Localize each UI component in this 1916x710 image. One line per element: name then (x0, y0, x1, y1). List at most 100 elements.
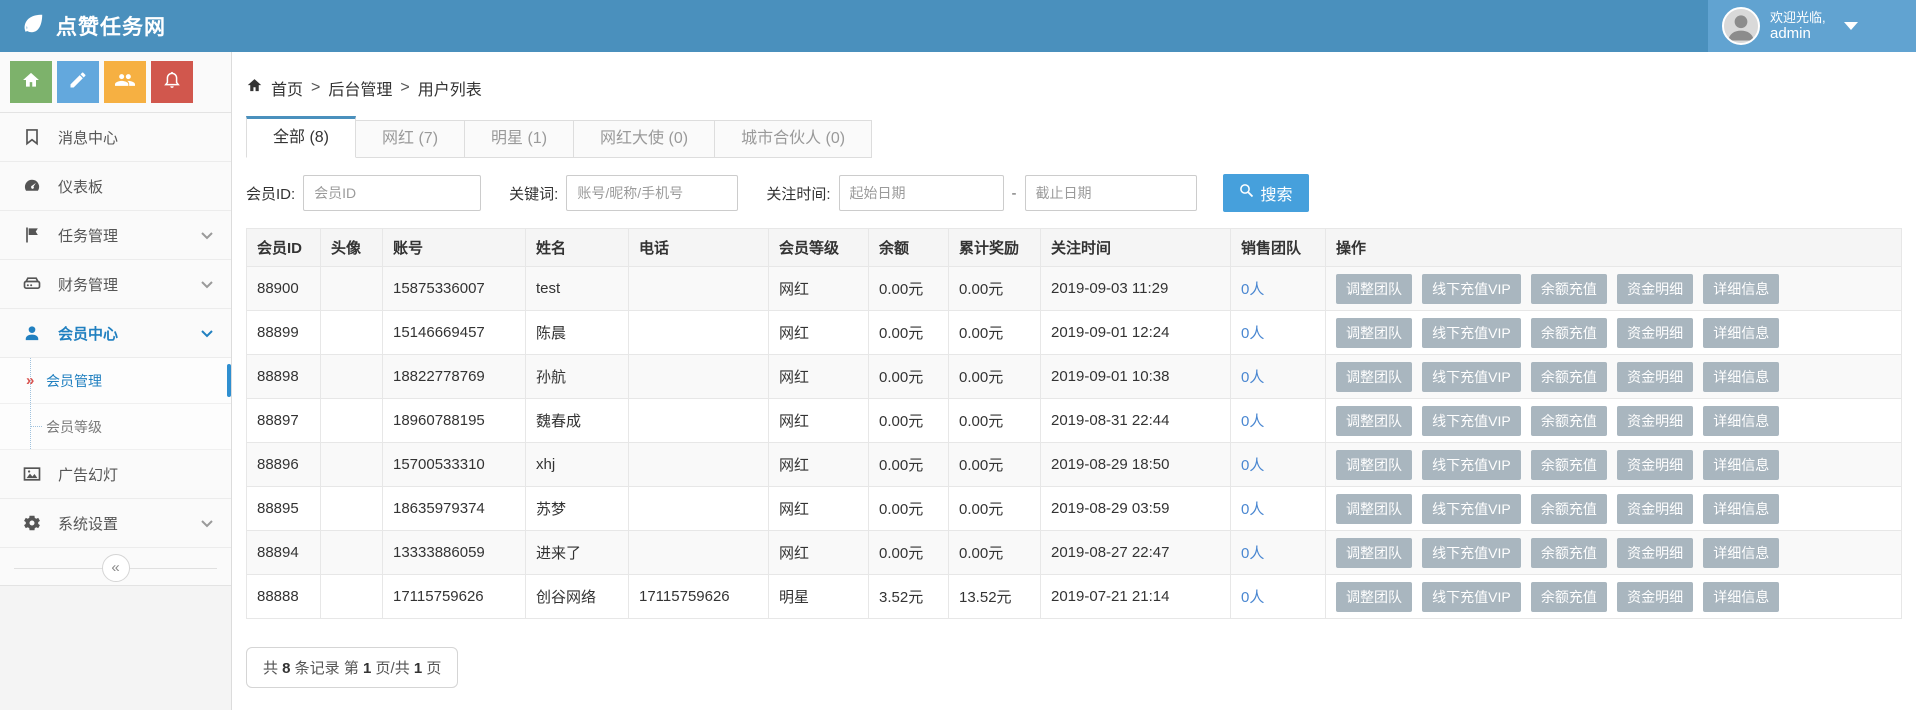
balance-recharge-button[interactable]: 余额充值 (1531, 274, 1607, 304)
tab-city-partner[interactable]: 城市合伙人 (0) (715, 120, 872, 158)
offline-recharge-vip-button[interactable]: 线下充值VIP (1422, 538, 1521, 568)
balance-recharge-button[interactable]: 余额充值 (1531, 362, 1607, 392)
fund-details-button[interactable]: 资金明细 (1617, 274, 1693, 304)
team-link[interactable]: 0人 (1241, 545, 1264, 562)
cell-reward: 0.00元 (949, 267, 1041, 311)
detail-info-button[interactable]: 详细信息 (1703, 494, 1779, 524)
offline-recharge-vip-button[interactable]: 线下充值VIP (1422, 362, 1521, 392)
cell-avatar (321, 399, 383, 443)
team-link[interactable]: 0人 (1241, 413, 1264, 430)
chevron-down-icon (201, 325, 213, 342)
member-id-label: 会员ID: (246, 183, 295, 204)
adjust-team-button[interactable]: 调整团队 (1336, 582, 1412, 612)
cell-account: 18822778769 (383, 355, 526, 399)
offline-recharge-vip-button[interactable]: 线下充值VIP (1422, 318, 1521, 348)
balance-recharge-button[interactable]: 余额充值 (1531, 318, 1607, 348)
adjust-team-button[interactable]: 调整团队 (1336, 274, 1412, 304)
home-button[interactable] (10, 61, 52, 103)
offline-recharge-vip-button[interactable]: 线下充值VIP (1422, 582, 1521, 612)
detail-info-button[interactable]: 详细信息 (1703, 318, 1779, 348)
sidebar-item-messages[interactable]: 消息中心 (0, 113, 231, 162)
notifications-button[interactable] (151, 61, 193, 103)
cell-name: 进来了 (526, 531, 629, 575)
pencil-icon (68, 70, 88, 95)
cell-team: 0人 (1231, 443, 1326, 487)
balance-recharge-button[interactable]: 余额充值 (1531, 582, 1607, 612)
keyword-input[interactable] (566, 175, 738, 211)
balance-recharge-button[interactable]: 余额充值 (1531, 406, 1607, 436)
detail-info-button[interactable]: 详细信息 (1703, 406, 1779, 436)
cell-phone (629, 267, 769, 311)
table-row: 88897 18960788195 魏春成 网红 0.00元 0.00元 201… (247, 399, 1902, 443)
adjust-team-button[interactable]: 调整团队 (1336, 406, 1412, 436)
detail-info-button[interactable]: 详细信息 (1703, 538, 1779, 568)
tab-star[interactable]: 明星 (1) (465, 120, 574, 158)
tab-ambassador[interactable]: 网红大使 (0) (574, 120, 715, 158)
team-link[interactable]: 0人 (1241, 589, 1264, 606)
fund-details-button[interactable]: 资金明细 (1617, 538, 1693, 568)
sidebar-menu: 消息中心 仪表板 任务管理 财务管理 会员中 (0, 113, 231, 548)
breadcrumb-home[interactable]: 首页 (271, 76, 303, 100)
cell-balance: 0.00元 (869, 355, 949, 399)
cell-balance: 0.00元 (869, 267, 949, 311)
col-actions: 操作 (1326, 229, 1902, 267)
sidebar-item-tasks[interactable]: 任务管理 (0, 211, 231, 260)
offline-recharge-vip-button[interactable]: 线下充值VIP (1422, 406, 1521, 436)
adjust-team-button[interactable]: 调整团队 (1336, 450, 1412, 480)
cell-follow-time: 2019-08-29 18:50 (1041, 443, 1231, 487)
sidebar-item-finance[interactable]: 财务管理 (0, 260, 231, 309)
users-button[interactable] (104, 61, 146, 103)
detail-info-button[interactable]: 详细信息 (1703, 582, 1779, 612)
avatar[interactable] (1722, 7, 1760, 45)
start-date-input[interactable] (839, 175, 1004, 211)
cell-account: 15700533310 (383, 443, 526, 487)
user-menu[interactable]: 欢迎光临, admin (1708, 0, 1916, 52)
tab-influencer[interactable]: 网红 (7) (356, 120, 465, 158)
adjust-team-button[interactable]: 调整团队 (1336, 318, 1412, 348)
chevron-down-icon[interactable] (1844, 22, 1858, 30)
sidebar-item-ads[interactable]: 广告幻灯 (0, 450, 231, 499)
fund-details-button[interactable]: 资金明细 (1617, 362, 1693, 392)
fund-details-button[interactable]: 资金明细 (1617, 406, 1693, 436)
balance-recharge-button[interactable]: 余额充值 (1531, 538, 1607, 568)
adjust-team-button[interactable]: 调整团队 (1336, 494, 1412, 524)
team-link[interactable]: 0人 (1241, 369, 1264, 386)
fund-details-button[interactable]: 资金明细 (1617, 318, 1693, 348)
sidebar-item-members[interactable]: 会员中心 (0, 309, 231, 358)
fund-details-button[interactable]: 资金明细 (1617, 494, 1693, 524)
detail-info-button[interactable]: 详细信息 (1703, 362, 1779, 392)
sidebar-item-dashboard[interactable]: 仪表板 (0, 162, 231, 211)
cell-phone (629, 487, 769, 531)
adjust-team-button[interactable]: 调整团队 (1336, 538, 1412, 568)
offline-recharge-vip-button[interactable]: 线下充值VIP (1422, 274, 1521, 304)
sidebar-subitem-member-levels[interactable]: 会员等级 (0, 404, 231, 450)
team-link[interactable]: 0人 (1241, 457, 1264, 474)
team-link[interactable]: 0人 (1241, 325, 1264, 342)
cell-member-id: 88894 (247, 531, 321, 575)
balance-recharge-button[interactable]: 余额充值 (1531, 494, 1607, 524)
detail-info-button[interactable]: 详细信息 (1703, 450, 1779, 480)
end-date-input[interactable] (1025, 175, 1197, 211)
balance-recharge-button[interactable]: 余额充值 (1531, 450, 1607, 480)
adjust-team-button[interactable]: 调整团队 (1336, 362, 1412, 392)
cell-level: 网红 (769, 443, 869, 487)
offline-recharge-vip-button[interactable]: 线下充值VIP (1422, 494, 1521, 524)
team-link[interactable]: 0人 (1241, 501, 1264, 518)
breadcrumb-admin[interactable]: 后台管理 (328, 76, 392, 100)
detail-info-button[interactable]: 详细信息 (1703, 274, 1779, 304)
search-button[interactable]: 搜索 (1223, 174, 1309, 212)
offline-recharge-vip-button[interactable]: 线下充值VIP (1422, 450, 1521, 480)
cell-name: xhj (526, 443, 629, 487)
admin-app: 点赞任务网 欢迎光临, admin (0, 0, 1916, 710)
edit-button[interactable] (57, 61, 99, 103)
fund-details-button[interactable]: 资金明细 (1617, 450, 1693, 480)
tab-all[interactable]: 全部 (8) (246, 116, 356, 158)
member-id-input[interactable] (303, 175, 481, 211)
cell-team: 0人 (1231, 575, 1326, 619)
gear-icon (22, 513, 42, 533)
sidebar-item-settings[interactable]: 系统设置 (0, 499, 231, 548)
sidebar-subitem-member-management[interactable]: » 会员管理 (0, 358, 231, 404)
collapse-sidebar-button[interactable]: « (102, 554, 130, 582)
team-link[interactable]: 0人 (1241, 281, 1264, 298)
fund-details-button[interactable]: 资金明细 (1617, 582, 1693, 612)
